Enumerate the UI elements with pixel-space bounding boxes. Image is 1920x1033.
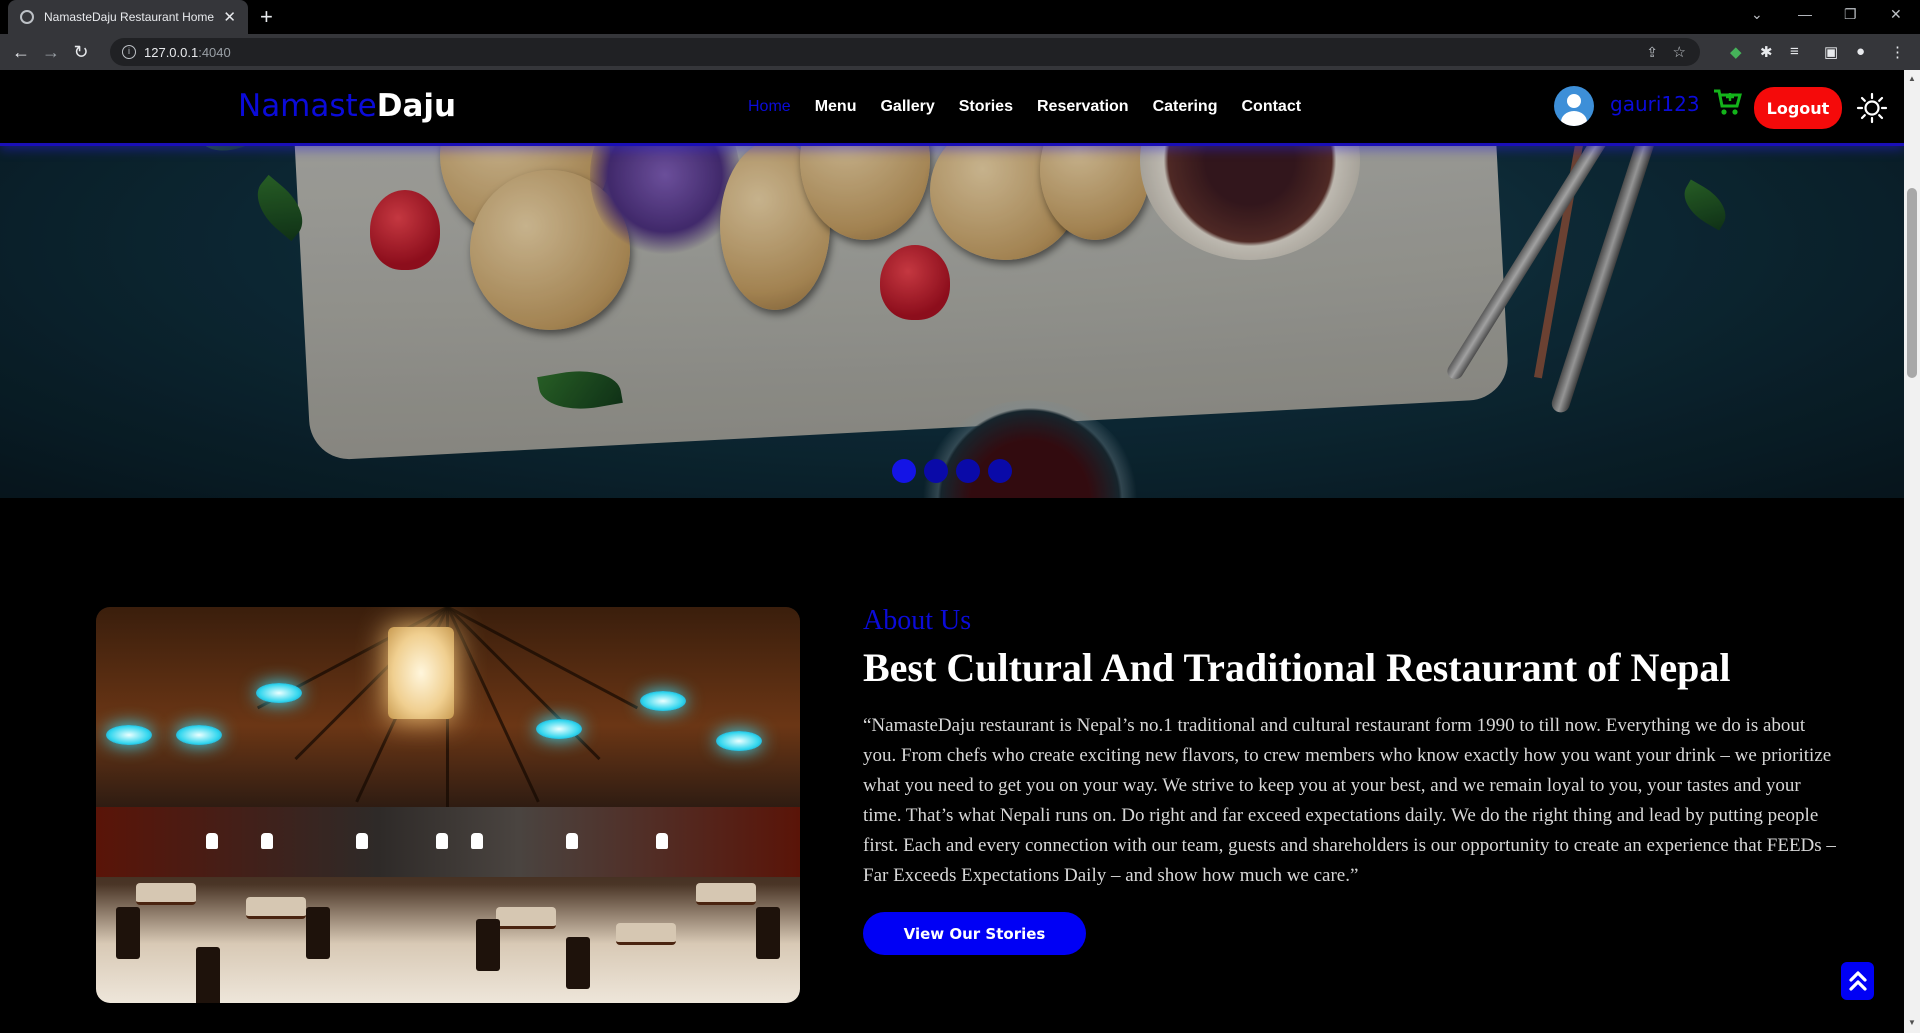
window-close-icon[interactable]: ✕ [1890, 6, 1902, 23]
scroll-down-arrow-icon[interactable]: ▼ [1908, 1018, 1916, 1027]
browser-toolbar: ← → ↻ i 127.0.0.1:4040 ⇪ ☆ ◆ ✱ ≡ ▣ ● ⋮ [0, 34, 1920, 70]
view-stories-button[interactable]: View Our Stories [863, 912, 1086, 955]
reload-icon[interactable]: ↻ [66, 42, 96, 63]
scroll-up-arrow-icon[interactable]: ▲ [1908, 74, 1916, 83]
nav-link-stories[interactable]: Stories [959, 98, 1013, 116]
nav-link-catering[interactable]: Catering [1153, 98, 1218, 116]
extension-icon[interactable]: ◆ [1730, 43, 1742, 61]
browser-tab[interactable]: NamasteDaju Restaurant Home ✕ [8, 0, 248, 34]
logo-part1: Namaste [238, 88, 377, 124]
address-bar[interactable]: i 127.0.0.1:4040 ⇪ ☆ [110, 38, 1700, 66]
carousel-indicators [892, 459, 1012, 483]
user-avatar-icon[interactable] [1554, 86, 1594, 126]
nav-link-contact[interactable]: Contact [1241, 98, 1301, 116]
carousel-indicator-3[interactable] [956, 459, 980, 483]
media-control-icon[interactable]: ≡ [1790, 43, 1799, 60]
bookmark-star-icon[interactable]: ☆ [1673, 43, 1686, 61]
nav-link-reservation[interactable]: Reservation [1037, 98, 1129, 116]
carousel-indicator-4[interactable] [988, 459, 1012, 483]
double-chevron-up-icon [1848, 971, 1867, 991]
side-panel-icon[interactable]: ▣ [1824, 43, 1838, 61]
logout-button[interactable]: Logout [1754, 87, 1842, 129]
forward-icon[interactable]: → [36, 42, 66, 63]
close-tab-icon[interactable]: ✕ [223, 8, 236, 26]
url-port: :4040 [198, 44, 231, 60]
restore-icon[interactable]: ❐ [1844, 6, 1857, 23]
about-kicker: About Us [863, 605, 972, 636]
about-title: Best Cultural And Traditional Restaurant… [863, 645, 1731, 690]
back-icon[interactable]: ← [6, 42, 36, 63]
share-icon[interactable]: ⇪ [1646, 44, 1658, 61]
globe-icon [20, 10, 34, 24]
site-logo[interactable]: NamasteDaju [238, 88, 456, 124]
restaurant-interior-image [96, 607, 800, 1003]
scroll-to-top-button[interactable] [1841, 962, 1874, 1000]
page-viewport: NamasteDaju Home Menu Gallery Stories Re… [0, 70, 1904, 1033]
nav-link-menu[interactable]: Menu [815, 98, 857, 116]
site-info-icon[interactable]: i [122, 45, 136, 59]
puzzle-extensions-icon[interactable]: ✱ [1760, 43, 1773, 61]
scrollbar-thumb[interactable] [1907, 188, 1917, 378]
tab-title: NamasteDaju Restaurant Home [44, 10, 215, 24]
nav-link-home[interactable]: Home [748, 98, 791, 116]
carousel-indicator-1[interactable] [892, 459, 916, 483]
browser-menu-icon[interactable]: ⋮ [1890, 43, 1905, 61]
tab-search-icon[interactable]: ⌄ [1751, 6, 1763, 23]
browser-tabstrip: NamasteDaju Restaurant Home ✕ + ⌄ — ❐ ✕ [0, 0, 1920, 34]
minimize-icon[interactable]: — [1798, 6, 1812, 22]
nav-link-gallery[interactable]: Gallery [880, 98, 934, 116]
logo-part2: Daju [376, 88, 457, 124]
new-tab-icon[interactable]: + [260, 5, 273, 29]
theme-toggle-sun-icon[interactable] [1856, 92, 1888, 124]
url-host: 127.0.0.1 [144, 44, 199, 60]
site-navbar: NamasteDaju Home Menu Gallery Stories Re… [0, 70, 1904, 146]
username-link[interactable]: gauri123 [1610, 92, 1700, 116]
profile-avatar-icon[interactable]: ● [1856, 43, 1865, 60]
carousel-indicator-2[interactable] [924, 459, 948, 483]
about-description: “NamasteDaju restaurant is Nepal’s no.1 … [863, 715, 1836, 886]
main-nav: Home Menu Gallery Stories Reservation Ca… [748, 98, 1325, 116]
page-scrollbar[interactable]: ▲ ▼ [1904, 70, 1920, 1033]
cart-icon[interactable] [1712, 88, 1742, 116]
